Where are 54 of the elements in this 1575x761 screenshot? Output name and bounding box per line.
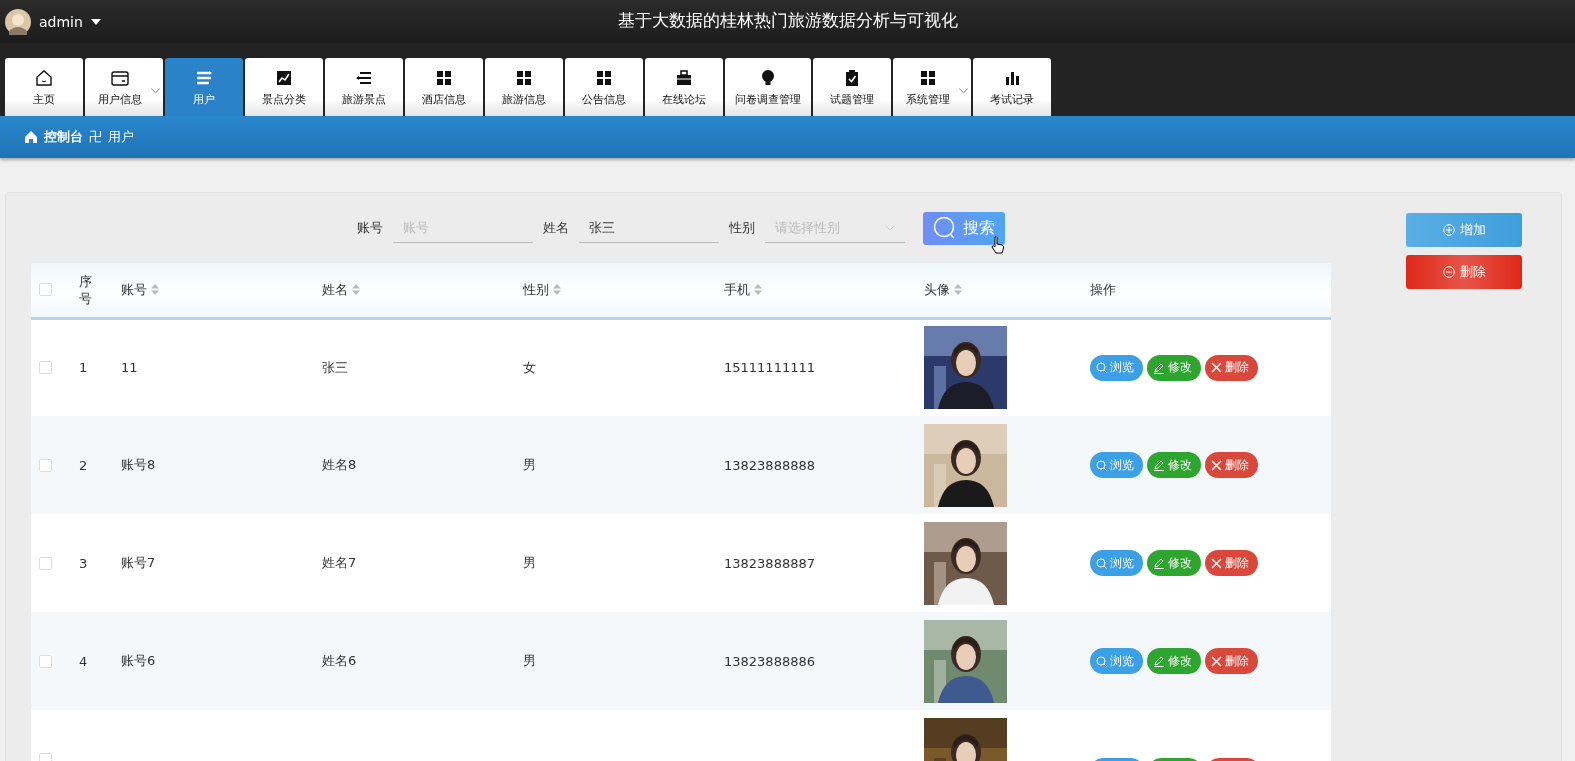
nav-tab[interactable]: 考试记录 xyxy=(973,58,1051,116)
user-name[interactable]: admin xyxy=(39,13,83,30)
field-label: 姓名 xyxy=(543,219,569,237)
input-field[interactable]: 张三 xyxy=(579,213,719,243)
nav-tab[interactable]: 系统管理 xyxy=(893,58,971,116)
column-header[interactable]: 姓名 xyxy=(322,280,360,299)
delete-button[interactable]: 删除 xyxy=(1406,255,1522,289)
table-cell: 姓名7 xyxy=(322,555,357,570)
nav-tab[interactable]: 主页 xyxy=(5,58,83,116)
table-cell: 15111111111 xyxy=(724,360,815,376)
nav-tab[interactable]: 在线论坛 xyxy=(645,58,723,116)
field-label: 性别 xyxy=(729,219,755,237)
table-cell: 账号8 xyxy=(121,457,156,472)
nav-tab[interactable]: 旅游信息 xyxy=(485,58,563,116)
table-cell: 1 xyxy=(79,360,88,376)
app-title: 基于大数据的桂林热门旅游数据分析与可视化 xyxy=(617,10,958,30)
table-cell: 账号6 xyxy=(121,653,156,668)
column-header[interactable]: 头像 xyxy=(924,280,962,299)
column-header[interactable]: 手机 xyxy=(724,280,762,299)
nav-tab[interactable]: 旅游景点 xyxy=(325,58,403,116)
table-cell: 3 xyxy=(79,555,88,571)
table-cell: 男 xyxy=(523,555,536,570)
table-cell: 姓名8 xyxy=(322,457,357,472)
nav-tab[interactable]: 酒店信息 xyxy=(405,58,483,116)
breadcrumb-item[interactable]: 用户 xyxy=(108,128,134,146)
delete-button[interactable]: 删除 xyxy=(1205,550,1258,576)
column-header[interactable]: 性别 xyxy=(523,280,561,299)
table-cell: 男 xyxy=(523,653,536,668)
nav-tab[interactable]: 用户信息 xyxy=(85,58,163,116)
nav-tab[interactable]: 景点分类 xyxy=(245,58,323,116)
table-cell: 11 xyxy=(121,360,138,376)
table-cell: 13823888886 xyxy=(724,653,815,669)
table-cell: 女 xyxy=(523,359,536,375)
nav-tab[interactable]: 问卷调查管理 xyxy=(725,58,811,116)
table-cell: 13823888888 xyxy=(724,457,815,473)
column-header[interactable]: 操作 xyxy=(1090,280,1116,299)
table-cell: 姓名6 xyxy=(322,653,357,668)
delete-button[interactable]: 删除 xyxy=(1205,648,1258,674)
table-cell: 13823888887 xyxy=(724,555,815,571)
nav-tab[interactable]: 用户 xyxy=(165,58,243,116)
nav-tab[interactable]: 试题管理 xyxy=(813,58,891,116)
column-header[interactable]: 账号 xyxy=(121,280,159,299)
field-label: 账号 xyxy=(357,219,383,237)
separator: 卍 xyxy=(89,128,102,146)
table-cell: 2 xyxy=(79,457,88,473)
table-cell: 账号7 xyxy=(121,555,156,570)
table-cell: 男 xyxy=(523,457,536,472)
table-cell: 4 xyxy=(79,653,88,669)
delete-button[interactable]: 删除 xyxy=(1205,452,1258,478)
delete-button[interactable]: 删除 xyxy=(1205,354,1258,381)
breadcrumb-item[interactable]: 控制台 xyxy=(44,128,83,146)
table-cell: 张三 xyxy=(322,359,348,375)
column-header[interactable]: 序号 xyxy=(79,272,93,307)
nav-tab[interactable]: 公告信息 xyxy=(565,58,643,116)
